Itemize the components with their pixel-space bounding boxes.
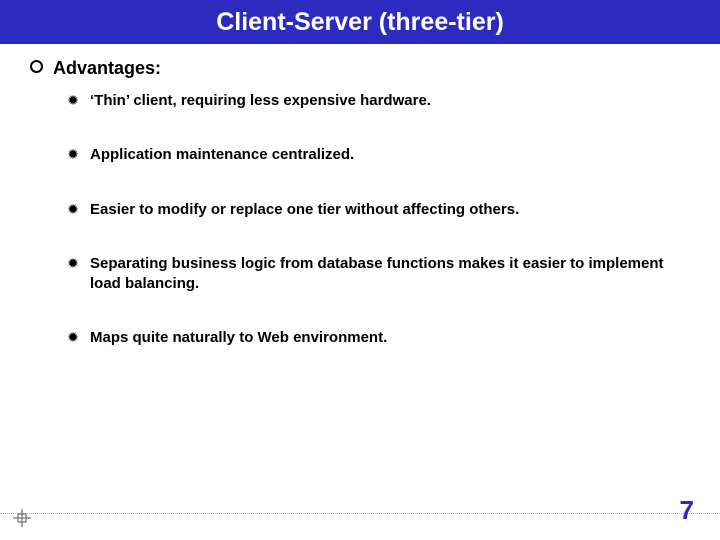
circle-bullet-icon	[30, 60, 43, 73]
starburst-bullet-icon: ✹	[66, 145, 80, 163]
slide: Client-Server (three-tier) Advantages: ✹…	[0, 0, 720, 540]
starburst-bullet-icon: ✹	[66, 254, 80, 272]
list-item: ✹ Application maintenance centralized.	[66, 145, 690, 165]
list-item-text: Separating business logic from database …	[90, 254, 690, 295]
page-number: 7	[680, 495, 694, 526]
starburst-bullet-icon: ✹	[66, 91, 80, 109]
list-item-text: Application maintenance centralized.	[90, 145, 354, 165]
footer: 7	[0, 513, 720, 522]
list-item: ✹ Separating business logic from databas…	[66, 254, 690, 295]
slide-title: Client-Server (three-tier)	[216, 8, 504, 37]
title-bar: Client-Server (three-tier)	[0, 0, 720, 44]
list-item-text: ‘Thin’ client, requiring less expensive …	[90, 91, 431, 111]
slide-body: Advantages: ✹ ‘Thin’ client, requiring l…	[0, 44, 720, 349]
starburst-bullet-icon: ✹	[66, 200, 80, 218]
heading-text: Advantages:	[53, 58, 161, 79]
list-item: ✹ ‘Thin’ client, requiring less expensiv…	[66, 91, 690, 111]
list-item: ✹ Maps quite naturally to Web environmen…	[66, 328, 690, 348]
starburst-bullet-icon: ✹	[66, 328, 80, 346]
heading-row: Advantages:	[30, 58, 690, 79]
list-item-text: Maps quite naturally to Web environment.	[90, 328, 387, 348]
crosshair-icon	[12, 508, 32, 528]
advantages-list: ✹ ‘Thin’ client, requiring less expensiv…	[66, 91, 690, 349]
list-item: ✹ Easier to modify or replace one tier w…	[66, 200, 690, 220]
list-item-text: Easier to modify or replace one tier wit…	[90, 200, 519, 220]
